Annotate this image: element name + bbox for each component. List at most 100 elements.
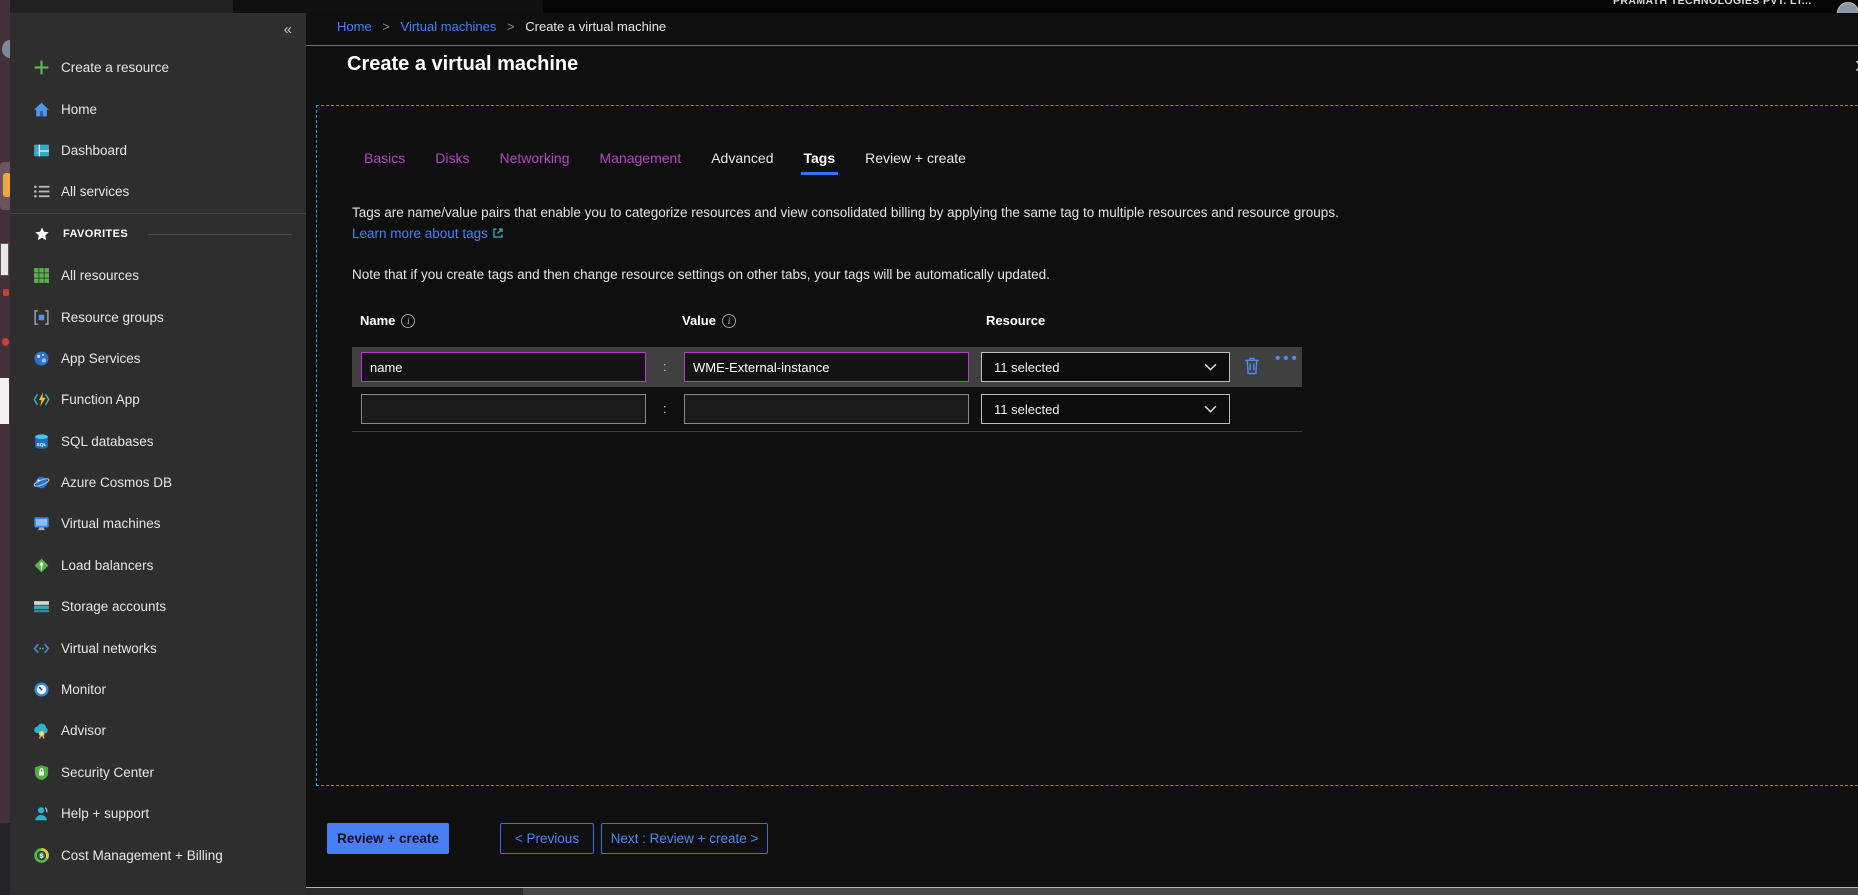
tenant-name: PRAMATH TECHNOLOGIES PVT. LT...	[1613, 0, 1812, 7]
next-button[interactable]: Next : Review + create >	[601, 823, 768, 854]
tag-name-input-empty[interactable]	[361, 394, 646, 424]
sidebar-item-label: Advisor	[61, 723, 106, 738]
table-row-separator	[352, 431, 1302, 432]
storage-account-icon	[32, 598, 50, 615]
sidebar-item-storage-accounts[interactable]: Storage accounts	[10, 586, 306, 627]
sidebar-item-create-a-resource[interactable]: Create a resource	[10, 47, 306, 88]
tab-advanced[interactable]: Advanced	[711, 150, 773, 166]
cost-donut-icon: $	[32, 847, 50, 864]
info-icon[interactable]: i	[401, 314, 415, 328]
breadcrumb-separator: >	[507, 19, 515, 34]
resource-dropdown-value: 11 selected	[994, 360, 1204, 375]
breadcrumb-home-link[interactable]: Home	[337, 19, 372, 34]
tag-value-input[interactable]	[684, 352, 969, 382]
desktop-icon-fragment	[0, 378, 9, 424]
tags-panel: Basics Disks Networking Management Advan…	[316, 105, 1858, 786]
learn-more-link[interactable]: Learn more about tags	[352, 226, 488, 241]
sidebar-item-label: Cost Management + Billing	[61, 848, 223, 863]
desktop-edge-strip	[0, 0, 10, 895]
sidebar-item-load-balancers[interactable]: Load balancers	[10, 545, 306, 586]
chevron-down-icon	[1204, 402, 1217, 417]
tab-basics[interactable]: Basics	[364, 150, 405, 166]
plus-icon	[32, 59, 50, 76]
sidebar-item-monitor[interactable]: Monitor	[10, 669, 306, 710]
resource-dropdown[interactable]: 11 selected	[981, 394, 1230, 424]
column-header-resource: Resource	[986, 313, 1045, 328]
sidebar-item-label: Home	[61, 102, 97, 117]
horizontal-scrollbar-thumb[interactable]	[523, 888, 1858, 895]
value-header-label: Value	[682, 313, 716, 328]
tab-review-create[interactable]: Review + create	[865, 150, 966, 166]
desktop-icon-fragment	[3, 173, 10, 197]
sidebar-item-label: Resource groups	[61, 310, 164, 325]
sidebar-item-label: Create a resource	[61, 60, 169, 75]
sidebar-item-label: Virtual networks	[61, 641, 157, 656]
virtual-machine-icon	[32, 515, 50, 532]
sidebar-item-label: Load balancers	[61, 558, 153, 573]
more-options-icon[interactable]: •••	[1275, 350, 1300, 367]
sidebar-item-label: Storage accounts	[61, 599, 166, 614]
virtual-network-icon	[32, 640, 50, 657]
sidebar-item-sql-databases[interactable]: SQL SQL databases	[10, 421, 306, 462]
breadcrumb-current: Create a virtual machine	[525, 19, 666, 34]
sidebar-favorites-header: FAVORITES	[10, 214, 306, 255]
review-create-button[interactable]: Review + create	[327, 823, 449, 854]
sidebar-item-label: Azure Cosmos DB	[61, 475, 172, 490]
sql-database-icon: SQL	[32, 433, 50, 450]
breadcrumb: Home > Virtual machines > Create a virtu…	[337, 19, 666, 34]
sidebar-item-label: Dashboard	[61, 143, 127, 158]
info-icon[interactable]: i	[722, 314, 736, 328]
sidebar-item-virtual-machines[interactable]: Virtual machines	[10, 503, 306, 544]
column-header-value: Value i	[682, 313, 736, 328]
breadcrumb-virtual-machines-link[interactable]: Virtual machines	[401, 19, 497, 34]
sidebar-item-advisor[interactable]: Advisor	[10, 710, 306, 751]
breadcrumb-separator: >	[382, 19, 390, 34]
tags-description: Tags are name/value pairs that enable yo…	[352, 202, 1372, 245]
sidebar-item-help-support[interactable]: Help + support	[10, 793, 306, 834]
sidebar-item-virtual-networks[interactable]: Virtual networks	[10, 627, 306, 668]
person-headset-icon	[32, 805, 50, 822]
sidebar-item-label: Security Center	[61, 765, 154, 780]
tab-disks[interactable]: Disks	[435, 150, 469, 166]
resource-dropdown[interactable]: 11 selected	[981, 352, 1230, 382]
favorites-rule	[148, 234, 292, 235]
grid-icon	[32, 267, 50, 284]
sidebar-item-cost-management-billing[interactable]: $ Cost Management + Billing	[10, 834, 306, 875]
dashboard-icon	[32, 142, 50, 159]
sidebar-item-dashboard[interactable]: Dashboard	[10, 130, 306, 171]
sidebar-item-all-resources[interactable]: All resources	[10, 255, 306, 296]
tags-note: Note that if you create tags and then ch…	[352, 267, 1050, 282]
sidebar-item-all-services[interactable]: All services	[10, 171, 306, 212]
tab-management[interactable]: Management	[600, 150, 682, 166]
resource-dropdown-value: 11 selected	[994, 402, 1204, 417]
sidebar-collapse-icon[interactable]: «	[284, 21, 292, 38]
sidebar-item-security-center[interactable]: Security Center	[10, 752, 306, 793]
previous-button[interactable]: < Previous	[500, 823, 594, 854]
favorites-label: FAVORITES	[63, 228, 128, 240]
tab-networking[interactable]: Networking	[499, 150, 569, 166]
sidebar-item-home[interactable]: Home	[10, 88, 306, 129]
avatar[interactable]	[1837, 2, 1858, 13]
desktop-edge-bottom	[0, 823, 10, 895]
svg-text:SQL: SQL	[36, 442, 46, 448]
azure-portal-window: PRAMATH TECHNOLOGIES PVT. LT... « Create…	[0, 0, 1858, 895]
delete-row-icon[interactable]	[1242, 355, 1264, 379]
sidebar-item-function-app[interactable]: Function App	[10, 379, 306, 420]
header-divider	[306, 45, 1858, 46]
tag-value-input-empty[interactable]	[684, 394, 969, 424]
star-icon	[33, 226, 51, 242]
sidebar-item-label: Help + support	[61, 806, 149, 821]
tag-name-input[interactable]	[361, 352, 646, 382]
resource-header-label: Resource	[986, 313, 1045, 328]
sidebar-item-app-services[interactable]: App Services	[10, 338, 306, 379]
sidebar-item-azure-cosmos-db[interactable]: Azure Cosmos DB	[10, 462, 306, 503]
sidebar-item-resource-groups[interactable]: Resource groups	[10, 296, 306, 337]
resource-group-icon	[32, 309, 50, 326]
sidebar-item-label: App Services	[61, 351, 141, 366]
sidebar-item-label: All services	[61, 184, 129, 199]
monitor-gauge-icon	[32, 681, 50, 698]
tab-tags[interactable]: Tags	[804, 150, 836, 166]
top-bar-segment	[10, 0, 233, 13]
wizard-tabs: Basics Disks Networking Management Advan…	[364, 150, 966, 166]
colon-separator: :	[663, 359, 667, 374]
